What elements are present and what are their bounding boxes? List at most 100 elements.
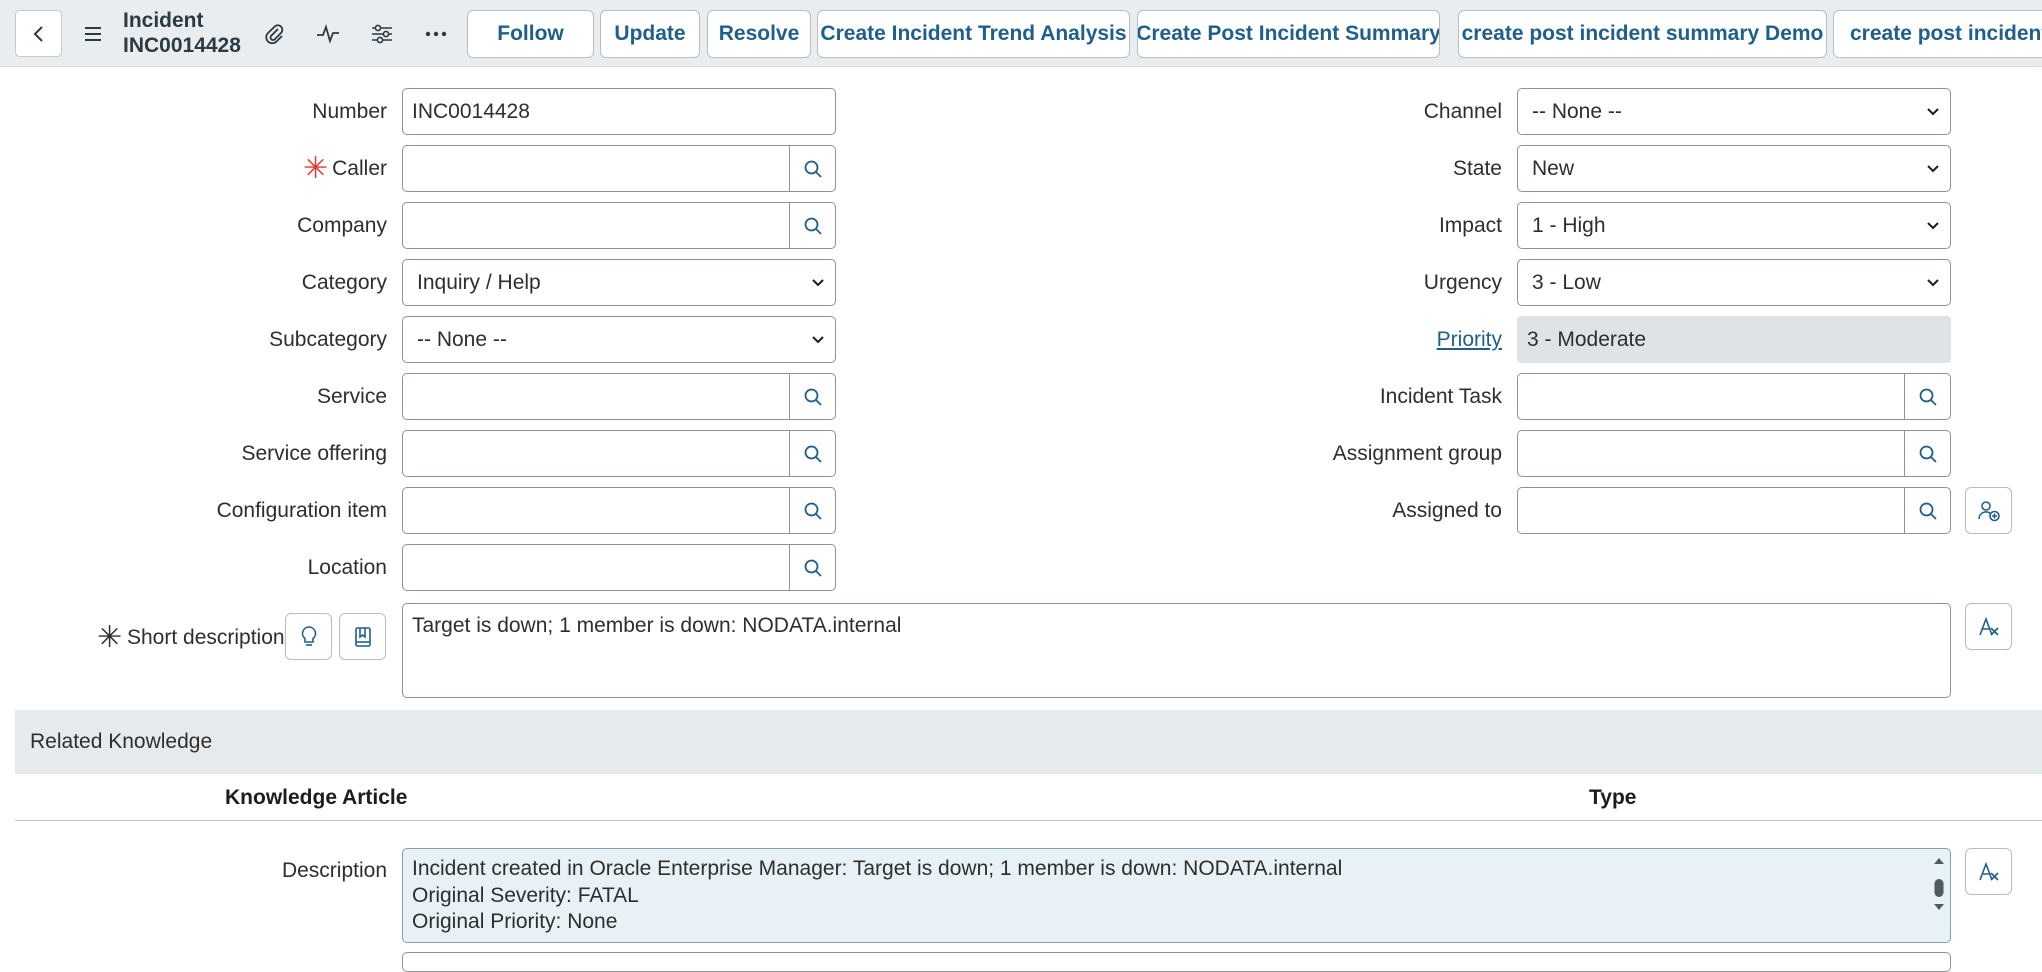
subcategory-value: -- None --	[417, 327, 507, 351]
search-icon	[804, 217, 822, 235]
update-button[interactable]: Update	[600, 10, 700, 58]
assigned-to-field[interactable]	[1517, 487, 1951, 534]
incident-task-field[interactable]	[1517, 373, 1951, 420]
create-post-incident-summary-button[interactable]: Create Post Incident Summary	[1137, 10, 1440, 58]
chevron-left-icon	[33, 25, 43, 42]
incident-task-label: Incident Task	[1379, 385, 1502, 408]
location-lookup-button[interactable]	[790, 545, 835, 590]
lightbulb-icon	[301, 625, 316, 646]
personalize-button[interactable]	[362, 14, 402, 54]
knowledge-search-button[interactable]	[339, 613, 386, 660]
search-icon	[804, 388, 822, 406]
divider	[15, 820, 2042, 821]
service-field[interactable]	[402, 373, 836, 420]
category-label: Category	[301, 271, 387, 294]
caller-lookup-button[interactable]	[790, 146, 835, 191]
chevron-down-icon	[1927, 107, 1939, 115]
search-icon	[804, 559, 822, 577]
caller-label: Caller	[332, 157, 387, 180]
description-scrollbar[interactable]	[1932, 855, 1946, 935]
priority-link[interactable]: Priority	[1437, 328, 1502, 351]
caller-input[interactable]	[403, 146, 790, 191]
state-select[interactable]: New	[1517, 145, 1951, 192]
resolve-button[interactable]: Resolve	[707, 10, 811, 58]
urgency-value: 3 - Low	[1532, 270, 1601, 294]
more-icon	[425, 31, 447, 37]
company-input[interactable]	[403, 203, 790, 248]
company-lookup-button[interactable]	[790, 203, 835, 248]
assignment-group-input[interactable]	[1518, 431, 1905, 476]
configuration-item-field[interactable]	[402, 487, 836, 534]
scrollbar-icon	[1934, 858, 1944, 910]
follow-button[interactable]: Follow	[467, 10, 594, 58]
company-field[interactable]	[402, 202, 836, 249]
sliders-icon	[372, 24, 392, 44]
service-lookup-button[interactable]	[790, 374, 835, 419]
column-knowledge-article[interactable]: Knowledge Article	[225, 786, 407, 810]
category-select[interactable]: Inquiry / Help	[402, 259, 836, 306]
activity-button[interactable]	[308, 14, 348, 54]
next-field[interactable]	[402, 952, 1951, 972]
state-label: State	[1452, 157, 1502, 180]
assignment-group-lookup-button[interactable]	[1905, 431, 1950, 476]
search-icon	[804, 160, 822, 178]
chevron-down-icon	[1927, 221, 1939, 229]
service-label: Service	[316, 385, 387, 408]
priority-label[interactable]: Priority	[1437, 326, 1502, 354]
location-input[interactable]	[403, 545, 790, 590]
create-post-incident-summary-demo-button[interactable]: create post incident summary Demo	[1458, 10, 1827, 58]
required-indicator: ✳	[97, 621, 123, 654]
category-value: Inquiry / Help	[417, 270, 541, 294]
create-post-incident-summary-button-2[interactable]: create post incident s	[1833, 10, 2042, 58]
impact-value: 1 - High	[1532, 213, 1606, 237]
search-icon	[1919, 502, 1937, 520]
description-field[interactable]: Incident created in Oracle Enterprise Ma…	[402, 848, 1951, 943]
menu-button[interactable]	[73, 14, 113, 54]
attachment-button[interactable]	[254, 14, 294, 54]
description-label: Description	[281, 859, 387, 882]
related-knowledge-header[interactable]: Related Knowledge	[15, 710, 2042, 774]
assignment-group-label: Assignment group	[1332, 442, 1502, 465]
service-input[interactable]	[403, 374, 790, 419]
description-format-button[interactable]	[1965, 848, 2012, 895]
service-offering-lookup-button[interactable]	[790, 431, 835, 476]
urgency-select[interactable]: 3 - Low	[1517, 259, 1951, 306]
translate-icon	[1978, 861, 1999, 881]
assignment-group-field[interactable]	[1517, 430, 1951, 477]
create-incident-trend-analysis-button[interactable]: Create Incident Trend Analysis	[817, 10, 1130, 58]
assign-to-me-button[interactable]	[1965, 487, 2012, 534]
assigned-to-lookup-button[interactable]	[1905, 488, 1950, 533]
activity-icon	[317, 24, 339, 44]
short-description-format-button[interactable]	[1965, 603, 2012, 650]
required-indicator: ✳	[303, 152, 329, 185]
assigned-to-input[interactable]	[1518, 488, 1905, 533]
number-field[interactable]: INC0014428	[402, 88, 836, 135]
service-offering-field[interactable]	[402, 430, 836, 477]
state-value: New	[1532, 156, 1575, 180]
incident-task-input[interactable]	[1518, 374, 1905, 419]
search-icon	[1919, 445, 1937, 463]
back-button[interactable]	[15, 10, 62, 57]
more-actions-button[interactable]	[416, 14, 456, 54]
number-label: Number	[312, 100, 387, 123]
short-description-field[interactable]: Target is down; 1 member is down: NODATA…	[402, 603, 1951, 698]
subcategory-select[interactable]: -- None --	[402, 316, 836, 363]
suggestion-button[interactable]	[285, 613, 332, 660]
form-header: Incident INC0014428 Follow Update Resolv…	[0, 0, 2042, 67]
short-description-label: Short description	[127, 626, 285, 649]
service-offering-input[interactable]	[403, 431, 790, 476]
impact-label: Impact	[1438, 214, 1502, 237]
priority-field: 3 - Moderate	[1517, 316, 1951, 363]
configuration-item-lookup-button[interactable]	[790, 488, 835, 533]
configuration-item-input[interactable]	[403, 488, 790, 533]
channel-value: -- None --	[1532, 99, 1622, 123]
caller-field[interactable]	[402, 145, 836, 192]
impact-select[interactable]: 1 - High	[1517, 202, 1951, 249]
chevron-down-icon	[812, 335, 824, 343]
channel-select[interactable]: -- None --	[1517, 88, 1951, 135]
location-field[interactable]	[402, 544, 836, 591]
record-number: INC0014428	[123, 34, 241, 57]
incident-task-lookup-button[interactable]	[1905, 374, 1950, 419]
channel-label: Channel	[1423, 100, 1502, 123]
column-type[interactable]: Type	[1589, 786, 1636, 810]
